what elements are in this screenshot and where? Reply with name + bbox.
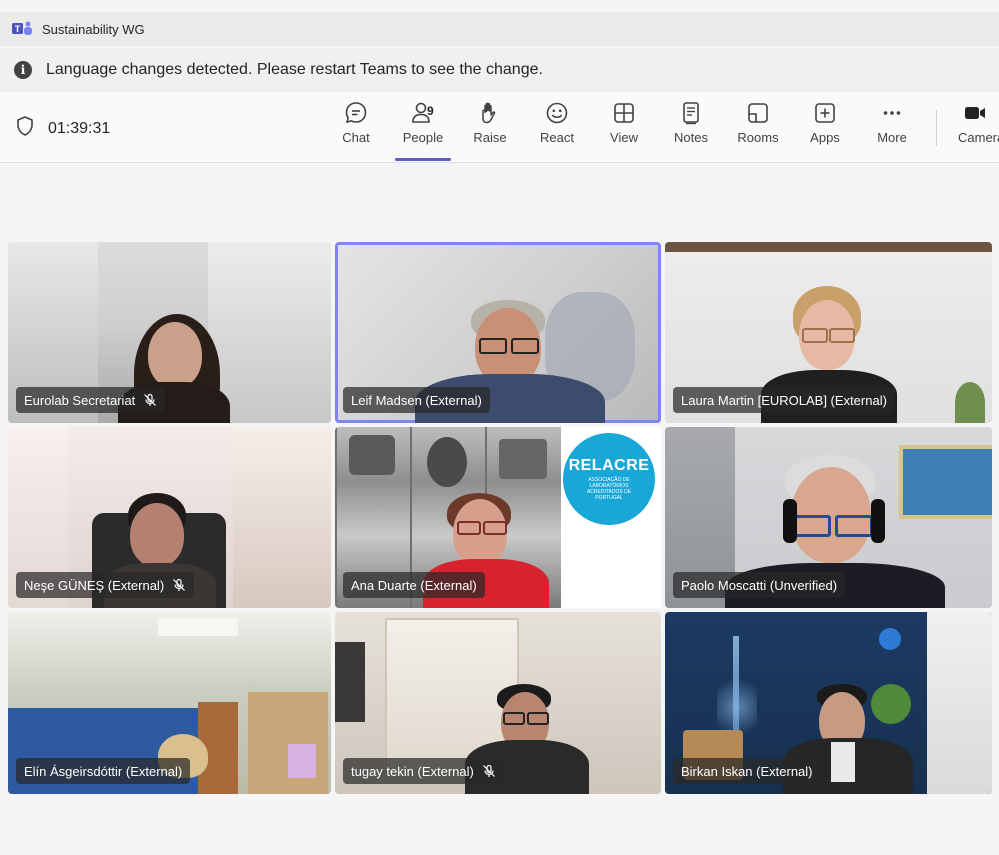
participant-nameplate: Birkan Iskan (External) [673, 758, 821, 784]
rooms-icon [748, 103, 768, 123]
participant-name: tugay tekin (External) [351, 763, 474, 779]
react-label: React [540, 130, 574, 145]
participant-name: Neşe GÜNEŞ (External) [24, 577, 165, 593]
relacre-logo-subtext: ASSOCIAÇÃO DE LABORATÓRIOS ACREDITADOS D… [586, 477, 632, 501]
participant-name: Ana Duarte (External) [351, 577, 477, 593]
shield-icon [16, 116, 34, 141]
info-icon: i [14, 61, 32, 79]
title-bar: T Sustainability WG [0, 12, 999, 46]
chat-button[interactable]: Chat [326, 100, 386, 156]
mic-off-icon [482, 764, 495, 777]
participant-tile[interactable]: Eurolab Secretariat [8, 242, 331, 423]
participant-nameplate: Laura Martin [EUROLAB] (External) [673, 387, 895, 413]
apps-label: Apps [810, 130, 840, 145]
participant-nameplate: Elín Ásgeirsdóttir (External) [16, 758, 191, 784]
meeting-timer: 01:39:31 [16, 116, 110, 141]
toolbar-divider [936, 110, 937, 146]
window-title: Sustainability WG [42, 21, 145, 37]
notification-banner: i Language changes detected. Please rest… [0, 48, 999, 93]
raise-label: Raise [473, 130, 507, 145]
svg-text:T: T [15, 24, 21, 34]
notes-button[interactable]: Notes [661, 100, 721, 156]
smile-icon [546, 102, 568, 124]
relacre-logo: RELACRE ASSOCIAÇÃO DE LABORATÓRIOS ACRED… [563, 433, 655, 525]
participant-tile[interactable]: Birkan Iskan (External) [665, 612, 992, 794]
notification-message: Language changes detected. Please restar… [46, 61, 543, 78]
plus-square-icon [815, 103, 835, 123]
teams-logo-icon: T [12, 20, 34, 38]
elapsed-time: 01:39:31 [48, 119, 111, 137]
people-button[interactable]: 9 People [393, 100, 453, 161]
mic-off-icon [173, 578, 186, 591]
participant-tile[interactable]: tugay tekin (External) [335, 612, 661, 794]
rooms-button[interactable]: Rooms [728, 100, 788, 156]
participant-name: Eurolab Secretariat [24, 392, 136, 408]
participant-nameplate: Leif Madsen (External) [343, 387, 490, 413]
participant-tile[interactable]: Paolo Moscatti (Unverified) [665, 427, 992, 608]
chat-label: Chat [342, 130, 370, 145]
notes-icon [683, 102, 699, 125]
people-count-badge: 9 [427, 104, 434, 118]
participant-name: Leif Madsen (External) [351, 392, 482, 408]
raise-hand-button[interactable]: Raise [460, 100, 520, 156]
react-button[interactable]: React [527, 100, 587, 156]
rooms-label: Rooms [737, 130, 779, 145]
chat-icon [345, 102, 367, 124]
more-button[interactable]: More [862, 100, 922, 156]
people-label: People [402, 130, 444, 145]
participant-tile[interactable]: Laura Martin [EUROLAB] (External) [665, 242, 992, 423]
grid-icon [614, 103, 634, 123]
mic-off-icon [144, 393, 157, 406]
participant-nameplate: Neşe GÜNEŞ (External) [16, 572, 195, 598]
participant-nameplate: tugay tekin (External) [343, 758, 504, 784]
participant-name: Laura Martin [EUROLAB] (External) [681, 392, 887, 408]
participant-tile[interactable]: RELACRE ASSOCIAÇÃO DE LABORATÓRIOS ACRED… [335, 427, 661, 608]
camera-button[interactable]: Camera [942, 100, 999, 156]
apps-button[interactable]: Apps [795, 100, 855, 156]
participant-name: Paolo Moscatti (Unverified) [681, 577, 838, 593]
relacre-logo-text: RELACRE [568, 457, 650, 474]
camera-icon [965, 107, 985, 119]
view-button[interactable]: View [594, 100, 654, 156]
participant-nameplate: Paolo Moscatti (Unverified) [673, 572, 846, 598]
camera-label: Camera [958, 130, 999, 145]
participant-nameplate: Eurolab Secretariat [16, 387, 166, 413]
participant-tile[interactable]: Elín Ásgeirsdóttir (External) [8, 612, 331, 794]
raise-hand-icon [482, 102, 496, 124]
notes-label: Notes [674, 130, 708, 145]
more-label: More [877, 130, 907, 145]
more-icon [883, 111, 901, 115]
participant-tile[interactable]: Neşe GÜNEŞ (External) [8, 427, 331, 608]
view-label: View [610, 130, 638, 145]
participant-tile[interactable]: Leif Madsen (External) [335, 242, 661, 423]
participant-nameplate: Ana Duarte (External) [343, 572, 485, 598]
meeting-toolbar: 01:39:31 Chat 9 People Raise React View … [0, 92, 999, 163]
participant-name: Birkan Iskan (External) [681, 763, 813, 779]
participant-name: Elín Ásgeirsdóttir (External) [24, 763, 183, 779]
